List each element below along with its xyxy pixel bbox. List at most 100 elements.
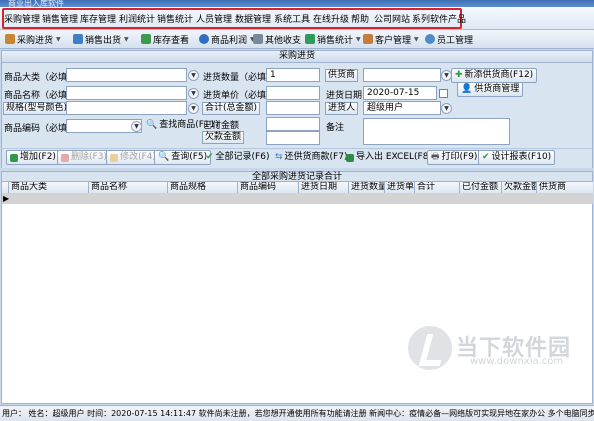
row-indicator-header xyxy=(2,182,9,193)
toolbar-inventory-label: 库存查看 xyxy=(153,35,190,46)
supplier-input[interactable] xyxy=(363,68,441,82)
column-header[interactable]: 进货日期 xyxy=(299,182,349,193)
stats-icon xyxy=(305,34,315,44)
column-header[interactable]: 商品规格 xyxy=(168,182,238,193)
grid-header: 商品大类 商品名称 商品规格 商品编码 进货日期 进货数量 进货单价 合计 已付… xyxy=(1,182,593,193)
design-report-button[interactable]: ✔ 设计报表(F10) xyxy=(478,150,556,165)
edit-label: 修改(F4) xyxy=(120,152,156,162)
printer-icon: 🖶 xyxy=(431,152,440,162)
product-name-input[interactable] xyxy=(66,86,187,100)
qty-input[interactable]: 1 xyxy=(266,68,320,82)
category-input[interactable] xyxy=(66,68,187,82)
date-input[interactable]: 2020-07-15 xyxy=(363,86,437,100)
menu-purchase[interactable]: 采购管理 xyxy=(4,12,40,25)
print-button[interactable]: 🖶 打印(F9) xyxy=(427,150,482,165)
repay-icon: ⇆ xyxy=(275,152,283,162)
date-checkbox[interactable] xyxy=(439,89,448,98)
add-button[interactable]: 增加(F2) xyxy=(6,150,60,165)
plus-icon: ✚ xyxy=(455,70,463,80)
menu-profit[interactable]: 利润统计 xyxy=(119,12,155,25)
column-header[interactable]: 欠款金额 xyxy=(502,182,537,193)
toolbar-purchase-button[interactable]: 采购进货 ▼ xyxy=(5,31,61,47)
add-label: 增加(F2) xyxy=(20,152,56,162)
profit-icon xyxy=(199,34,209,44)
note-textarea[interactable] xyxy=(363,118,510,145)
toolbar-profit-label: 商品利润 xyxy=(211,35,248,46)
status-bar: 用户： 姓名：超级用户 时间：2020-07-15 14:11:47 软件尚未注… xyxy=(0,405,594,421)
menu-products[interactable]: 系列软件产品 xyxy=(412,12,466,25)
buyer-label: 进货人 xyxy=(325,102,359,115)
chevron-down-icon[interactable]: ▼ xyxy=(131,121,142,132)
export-excel-button[interactable]: 导入出 EXCEL(F8) xyxy=(343,150,435,165)
owed-input[interactable] xyxy=(266,131,320,145)
column-header[interactable]: 已付金额 xyxy=(460,182,502,193)
toolbar-sales-stats-button[interactable]: 销售统计 ▼ xyxy=(305,31,361,47)
menu-help[interactable]: 帮助 xyxy=(351,12,369,25)
all-records-button[interactable]: ✔ 全部记录(F6) xyxy=(203,150,272,165)
qty-label: 进货数量（必填） xyxy=(203,73,276,83)
repay-label: 还供货商款(F7) xyxy=(284,152,348,162)
toolbar-staff-button[interactable]: 员工管理 xyxy=(425,31,473,47)
staff-icon xyxy=(425,34,435,44)
column-header[interactable]: 商品编码 xyxy=(238,182,299,193)
chevron-down-icon: ▼ xyxy=(356,35,361,43)
chevron-down-icon: ▼ xyxy=(56,35,61,43)
menu-data[interactable]: 数据管理 xyxy=(235,12,271,25)
menu-inventory[interactable]: 库存管理 xyxy=(80,12,116,25)
menu-sales[interactable]: 销售管理 xyxy=(42,12,78,25)
toolbar-customer-button[interactable]: 客户管理 ▼ xyxy=(363,31,419,47)
price-input[interactable] xyxy=(266,86,320,100)
column-header[interactable]: 供货商 xyxy=(537,182,594,193)
supplier-management-label: 供货商管理 xyxy=(474,84,520,94)
owed-label: 欠款金额 xyxy=(202,131,245,144)
grid-title: 全部采购进货记录合计 xyxy=(1,171,593,182)
menu-website[interactable]: 公司网站 xyxy=(374,12,410,25)
chevron-down-icon[interactable]: ▼ xyxy=(441,103,452,114)
purchase-icon xyxy=(5,34,15,44)
menu-tools[interactable]: 系统工具 xyxy=(274,12,310,25)
title-bar: 商业出入库软件 xyxy=(0,0,594,8)
column-header[interactable]: 商品大类 xyxy=(9,182,89,193)
add-supplier-button[interactable]: ✚ 新添供货商(F12) xyxy=(451,68,538,83)
inventory-icon xyxy=(141,34,151,44)
menu-sales-stats[interactable]: 销售统计 xyxy=(157,12,193,25)
edit-button[interactable]: 修改(F4) xyxy=(106,150,160,165)
menu-upgrade[interactable]: 在线升级 xyxy=(313,12,349,25)
buyer-input[interactable]: 超级用户 xyxy=(363,101,441,115)
toolbar-other-label: 其他收支 xyxy=(265,35,302,46)
toolbar-other-button[interactable]: 其他收支 xyxy=(253,31,301,47)
column-header[interactable]: 商品名称 xyxy=(89,182,168,193)
note-label: 备注 xyxy=(326,123,345,133)
spec-input[interactable] xyxy=(66,101,187,115)
person-icon: 👤 xyxy=(461,84,473,94)
customer-icon xyxy=(363,34,373,44)
delete-label: 删除(F3) xyxy=(71,152,107,162)
supplier-label: 供货商 xyxy=(325,69,359,82)
records-grid[interactable] xyxy=(1,204,593,404)
toolbar-inventory-button[interactable]: 库存查看 xyxy=(141,31,189,47)
paid-input[interactable] xyxy=(266,117,320,131)
other-finance-icon xyxy=(253,34,263,44)
chevron-down-icon[interactable]: ▼ xyxy=(188,103,199,114)
edit-icon xyxy=(110,153,118,162)
repay-supplier-button[interactable]: ⇆ 还供货商款(F7) xyxy=(272,150,350,165)
column-header[interactable]: 合计 xyxy=(415,182,460,193)
toolbar-purchase-label: 采购进货 xyxy=(17,35,54,46)
chevron-down-icon: ▼ xyxy=(124,35,129,43)
watermark-url: www.downxia.com xyxy=(470,356,564,367)
toolbar-sales-button[interactable]: 销售出货 ▼ xyxy=(73,31,129,47)
chevron-down-icon[interactable]: ▼ xyxy=(188,70,199,81)
chevron-down-icon[interactable]: ▼ xyxy=(188,88,199,99)
column-header[interactable]: 进货数量 xyxy=(349,182,385,193)
search-icon: 🔍 xyxy=(158,152,170,162)
menu-staff[interactable]: 人员管理 xyxy=(196,12,232,25)
delete-button[interactable]: 删除(F3) xyxy=(57,150,111,165)
supplier-management-button[interactable]: 👤 供货商管理 xyxy=(457,82,524,97)
search-icon: 🔍 xyxy=(146,120,158,130)
column-header[interactable]: 进货单价 xyxy=(385,182,415,193)
total-input[interactable] xyxy=(266,101,320,115)
excel-icon xyxy=(346,153,354,162)
export-label: 导入出 EXCEL(F8) xyxy=(356,152,432,162)
toolbar-profit-button[interactable]: 商品利润 ▼ xyxy=(199,31,255,47)
table-row[interactable] xyxy=(1,193,593,204)
